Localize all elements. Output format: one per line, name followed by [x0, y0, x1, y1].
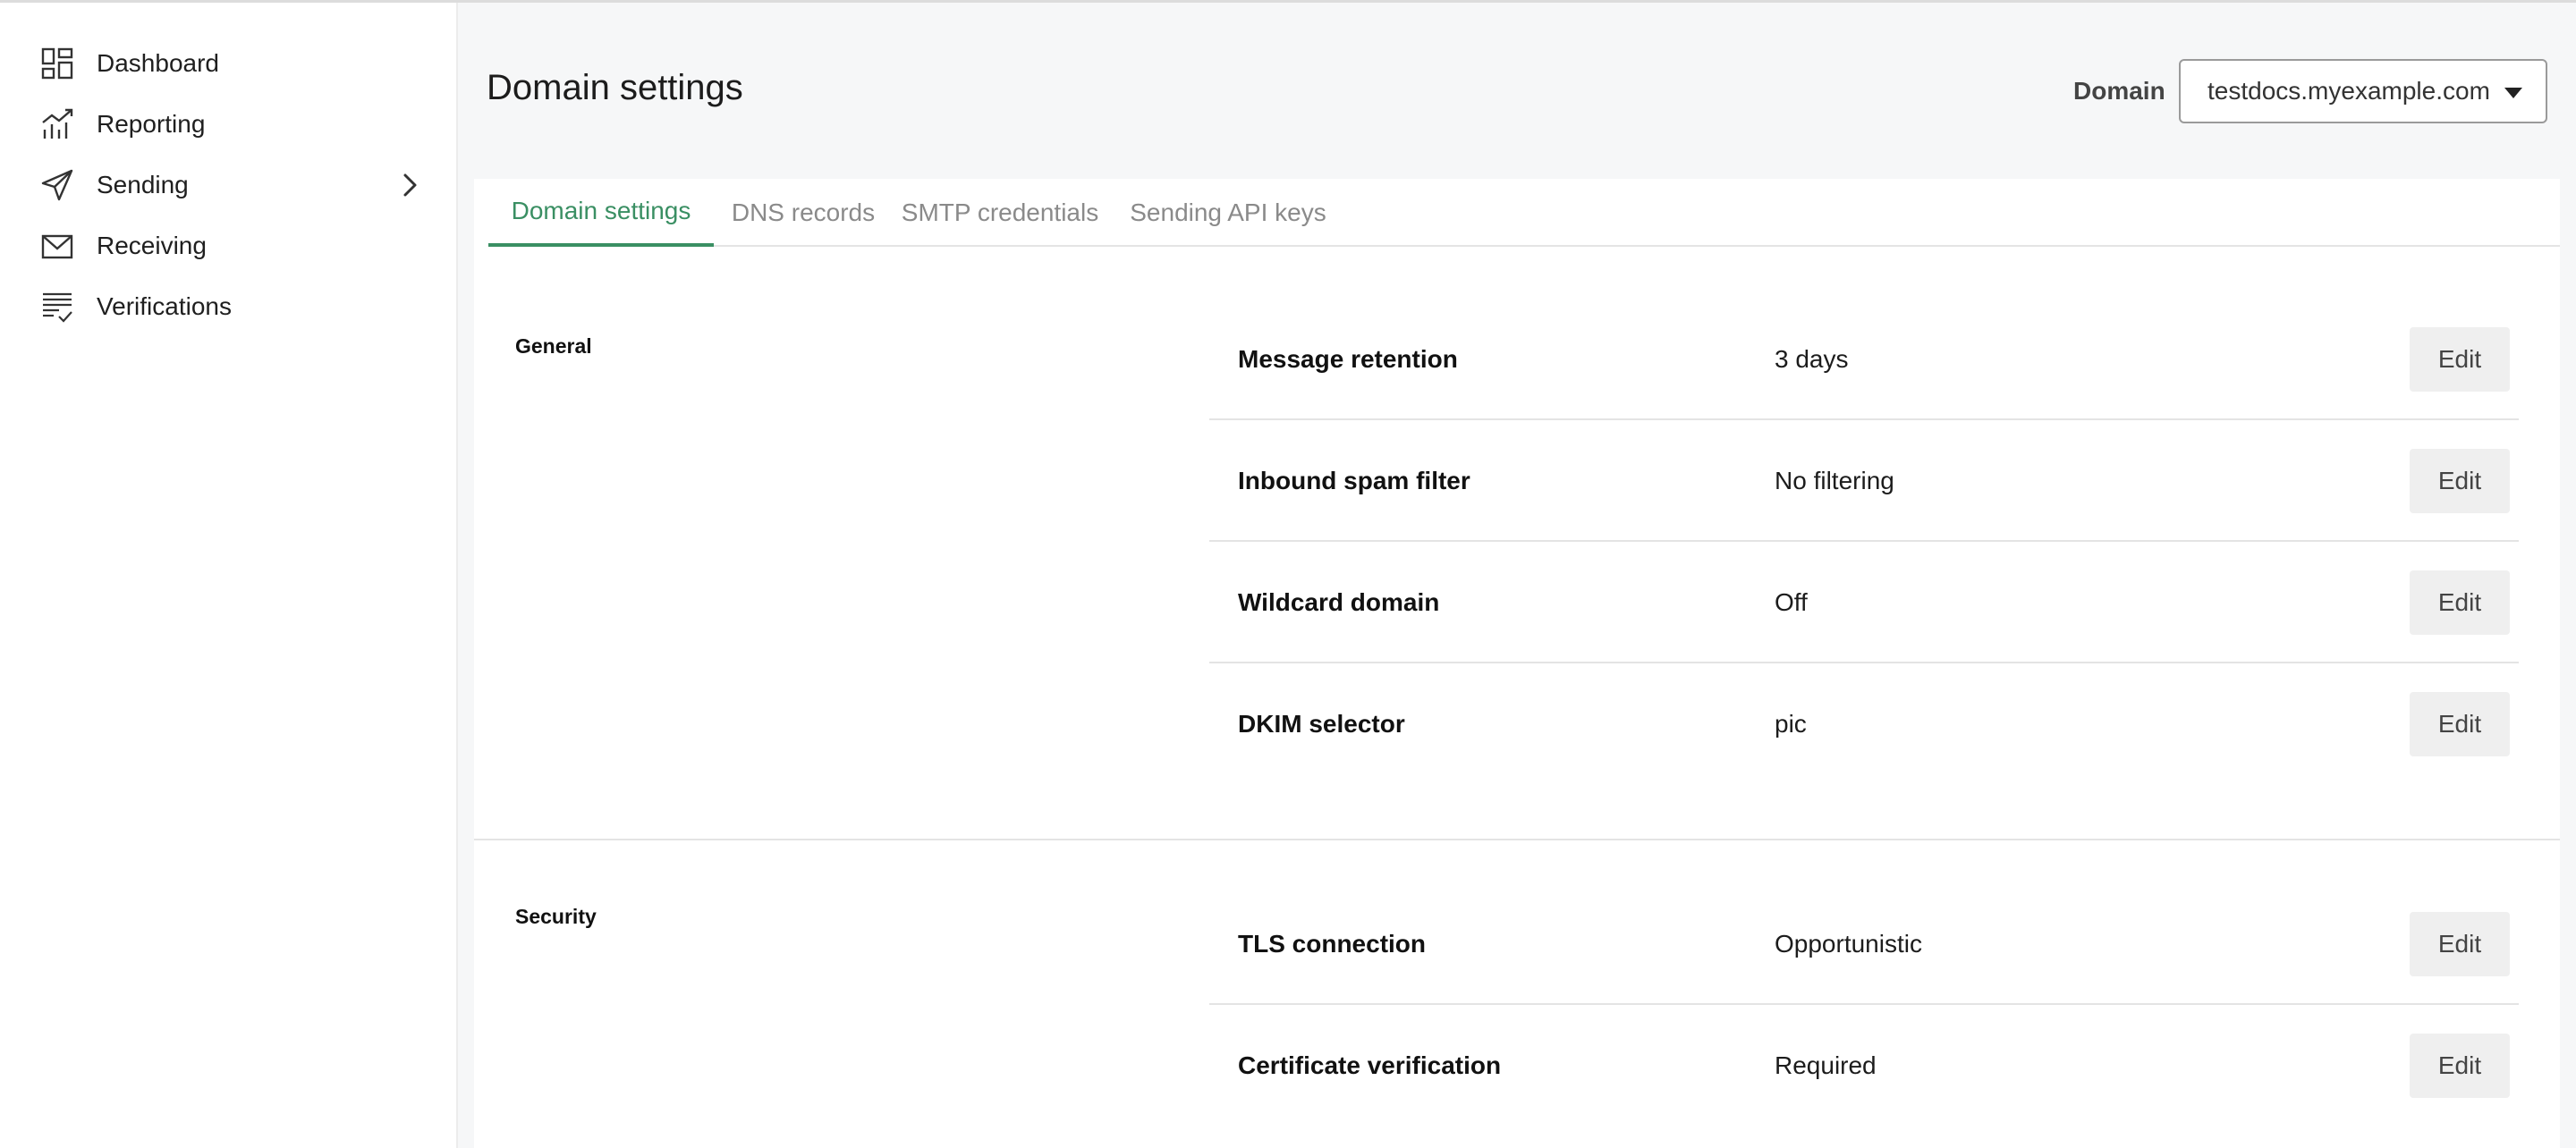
setting-value: Opportunistic: [1775, 930, 1922, 958]
sidebar-item-label: Reporting: [97, 110, 206, 138]
page-title: Domain settings: [487, 68, 743, 107]
setting-value: Off: [1775, 588, 1808, 616]
envelope-icon: [41, 234, 73, 259]
setting-name: TLS connection: [1238, 930, 1426, 958]
setting-row: DKIM selector pic Edit: [1209, 663, 2519, 785]
sidebar-item-reporting[interactable]: Reporting: [0, 94, 456, 155]
sidebar-item-label: Sending: [97, 171, 189, 198]
setting-name: DKIM selector: [1238, 710, 1405, 738]
send-plane-icon: [41, 169, 73, 201]
domain-select[interactable]: testdocs.myexample.com: [2179, 59, 2547, 123]
setting-name: Certificate verification: [1238, 1051, 1502, 1079]
setting-row: TLS connection Opportunistic Edit: [1209, 883, 2519, 1005]
tab-sending-api-keys[interactable]: Sending API keys: [1118, 179, 1338, 247]
edit-button[interactable]: Edit: [2410, 1034, 2510, 1098]
sidebar-item-receiving[interactable]: Receiving: [0, 215, 456, 276]
setting-row: Wildcard domain Off Edit: [1209, 542, 2519, 663]
sidebar-item-verifications[interactable]: Verifications: [0, 276, 456, 337]
tab-smtp-credentials[interactable]: SMTP credentials: [889, 179, 1111, 247]
section-divider: [474, 839, 2560, 840]
reporting-chart-icon: [42, 108, 73, 139]
setting-name: Wildcard domain: [1238, 588, 1440, 616]
setting-value: No filtering: [1775, 467, 1894, 494]
section-label-general: General: [515, 334, 592, 358]
setting-value: 3 days: [1775, 345, 1849, 373]
setting-row: Message retention 3 days Edit: [1209, 299, 2519, 420]
edit-button[interactable]: Edit: [2410, 327, 2510, 392]
tab-dns-records[interactable]: DNS records: [724, 179, 882, 247]
setting-row: Inbound spam filter No filtering Edit: [1209, 420, 2519, 542]
chevron-right-icon[interactable]: [394, 169, 426, 201]
sidebar-item-dashboard[interactable]: Dashboard: [0, 33, 456, 94]
setting-value: Required: [1775, 1051, 1877, 1079]
tab-domain-settings[interactable]: Domain settings: [488, 179, 714, 247]
sidebar: Dashboard Reporting Sending Receiving Ve…: [0, 3, 458, 1148]
sidebar-item-label: Receiving: [97, 232, 207, 259]
edit-button[interactable]: Edit: [2410, 912, 2510, 976]
sidebar-item-label: Dashboard: [97, 49, 219, 77]
setting-value: pic: [1775, 710, 1807, 738]
setting-row: Certificate verification Required Edit: [1209, 1005, 2519, 1127]
section-label-security: Security: [515, 905, 597, 928]
settings-card: Domain settings DNS records SMTP credent…: [474, 179, 2560, 1148]
dashboard-icon: [41, 47, 73, 80]
app-root: Dashboard Reporting Sending Receiving Ve…: [0, 0, 2576, 1148]
setting-name: Message retention: [1238, 345, 1458, 373]
domain-select-value: testdocs.myexample.com: [2207, 77, 2490, 105]
edit-button[interactable]: Edit: [2410, 570, 2510, 635]
edit-button[interactable]: Edit: [2410, 449, 2510, 513]
sidebar-item-label: Verifications: [97, 292, 232, 320]
sidebar-item-sending[interactable]: Sending: [0, 155, 456, 215]
caret-down-icon: [2504, 88, 2522, 98]
tab-bar: Domain settings DNS records SMTP credent…: [488, 179, 2560, 247]
edit-button[interactable]: Edit: [2410, 692, 2510, 756]
list-check-icon: [43, 292, 72, 323]
setting-name: Inbound spam filter: [1238, 467, 1470, 494]
domain-label: Domain: [2073, 77, 2165, 105]
